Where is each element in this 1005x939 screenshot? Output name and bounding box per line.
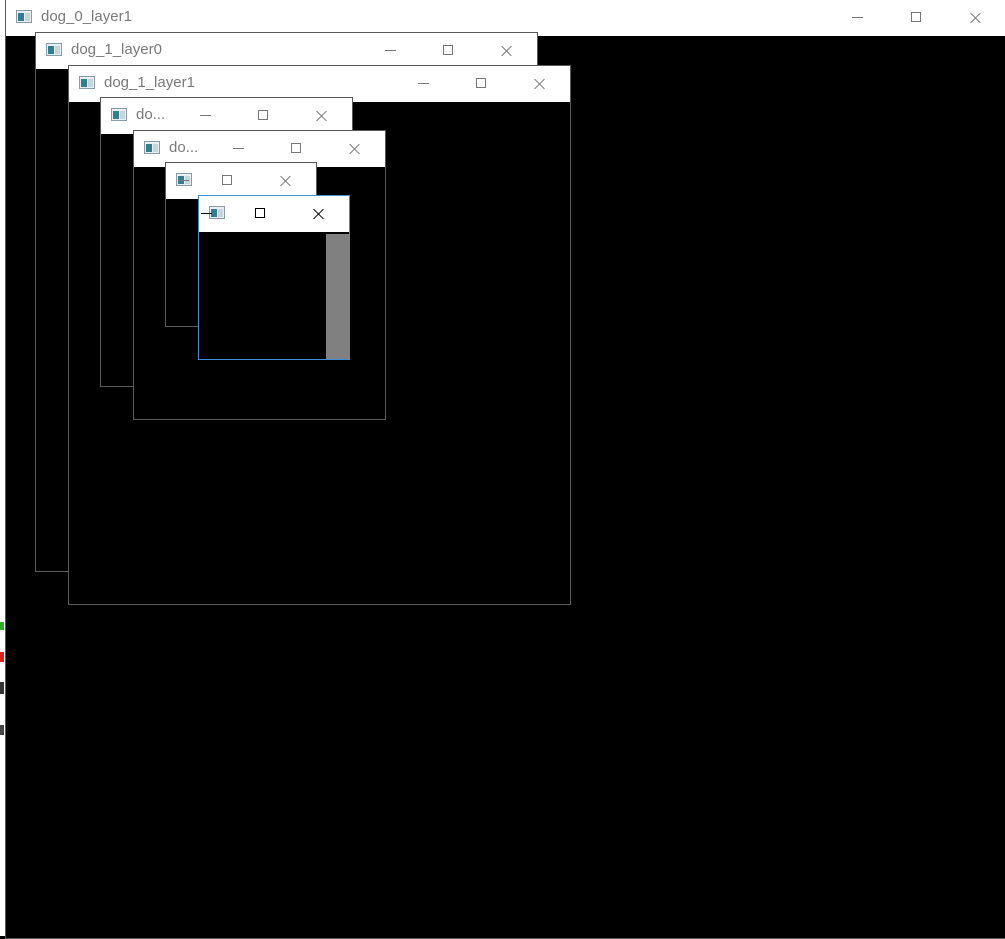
close-icon[interactable] — [332, 131, 378, 167]
titlebar[interactable]: dog_1_layer0 — [36, 33, 537, 69]
app-window-icon — [144, 141, 160, 154]
edge-mark-green — [0, 622, 4, 630]
close-icon[interactable] — [299, 98, 345, 134]
maximize-icon[interactable] — [238, 196, 284, 232]
maximize-icon[interactable] — [205, 163, 251, 199]
minimize-icon[interactable] — [401, 66, 447, 102]
window-title: dog_0_layer1 — [41, 8, 132, 25]
app-window-icon — [16, 10, 32, 23]
app-window-icon — [111, 108, 127, 121]
window-dog-3-layer1[interactable] — [198, 195, 350, 360]
window-title: do... — [169, 139, 199, 156]
titlebar[interactable] — [166, 163, 316, 199]
titlebar[interactable]: dog_0_layer1 — [6, 0, 1005, 36]
minimize-icon[interactable] — [199, 196, 230, 232]
titlebar[interactable]: do... — [101, 98, 352, 134]
edge-mark-dark — [0, 682, 4, 694]
maximize-icon[interactable] — [241, 98, 287, 134]
minimize-icon[interactable] — [835, 0, 881, 36]
close-icon[interactable] — [953, 0, 999, 36]
window-title: dog_1_layer1 — [104, 74, 195, 91]
titlebar[interactable] — [199, 196, 349, 232]
window-title: dog_1_layer0 — [71, 41, 162, 58]
maximize-icon[interactable] — [426, 33, 472, 69]
maximize-icon[interactable] — [459, 66, 505, 102]
minimize-icon[interactable] — [166, 163, 207, 199]
edge-mark-dark-2 — [0, 725, 4, 735]
close-icon[interactable] — [484, 33, 530, 69]
app-window-icon — [79, 76, 95, 89]
minimize-icon[interactable] — [368, 33, 414, 69]
close-icon[interactable] — [517, 66, 563, 102]
edge-mark-red — [0, 652, 4, 662]
close-icon[interactable] — [296, 196, 342, 232]
image-gray-column — [326, 234, 349, 359]
minimize-icon[interactable] — [183, 98, 229, 134]
app-window-icon — [46, 43, 62, 56]
maximize-icon[interactable] — [894, 0, 940, 36]
window-title: do... — [136, 106, 166, 123]
close-icon[interactable] — [263, 163, 309, 199]
